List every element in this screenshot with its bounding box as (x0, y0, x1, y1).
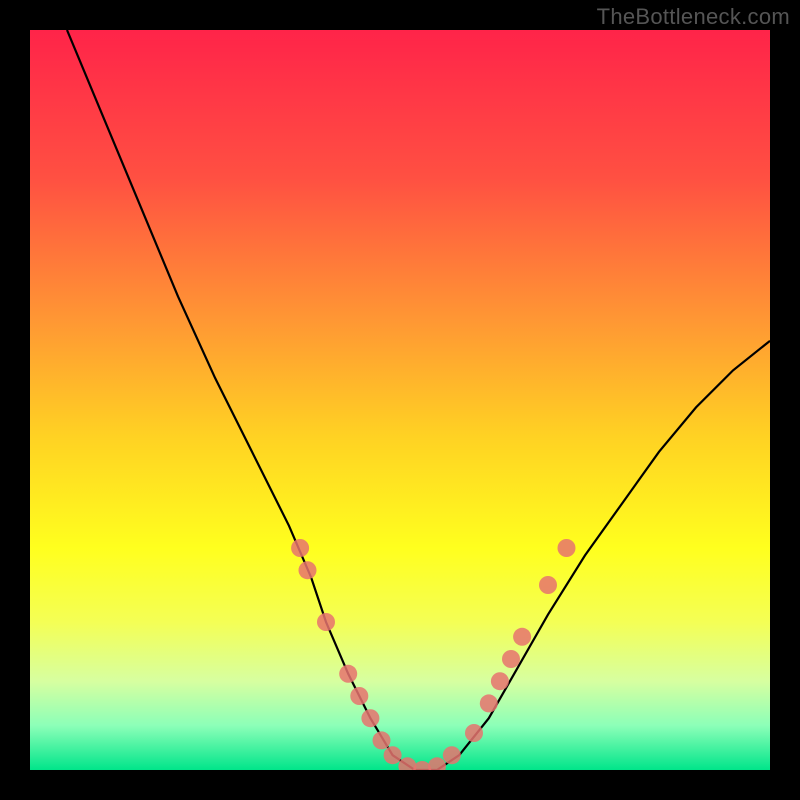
marker-dot (480, 694, 498, 712)
marker-dot (443, 746, 461, 764)
marker-dot (317, 613, 335, 631)
marker-dot (384, 746, 402, 764)
marker-dot (373, 731, 391, 749)
plot-frame (30, 30, 770, 770)
marker-dot (513, 628, 531, 646)
marker-dots-group (291, 539, 575, 770)
marker-dot (491, 672, 509, 690)
marker-dot (539, 576, 557, 594)
marker-dot (558, 539, 576, 557)
marker-dot (350, 687, 368, 705)
bottleneck-curve (67, 30, 770, 770)
marker-dot (502, 650, 520, 668)
plot-overlay (30, 30, 770, 770)
marker-dot (339, 665, 357, 683)
marker-dot (291, 539, 309, 557)
marker-dot (299, 561, 317, 579)
marker-dot (361, 709, 379, 727)
marker-dot (465, 724, 483, 742)
watermark-text: TheBottleneck.com (597, 4, 790, 30)
marker-dot (428, 757, 446, 770)
